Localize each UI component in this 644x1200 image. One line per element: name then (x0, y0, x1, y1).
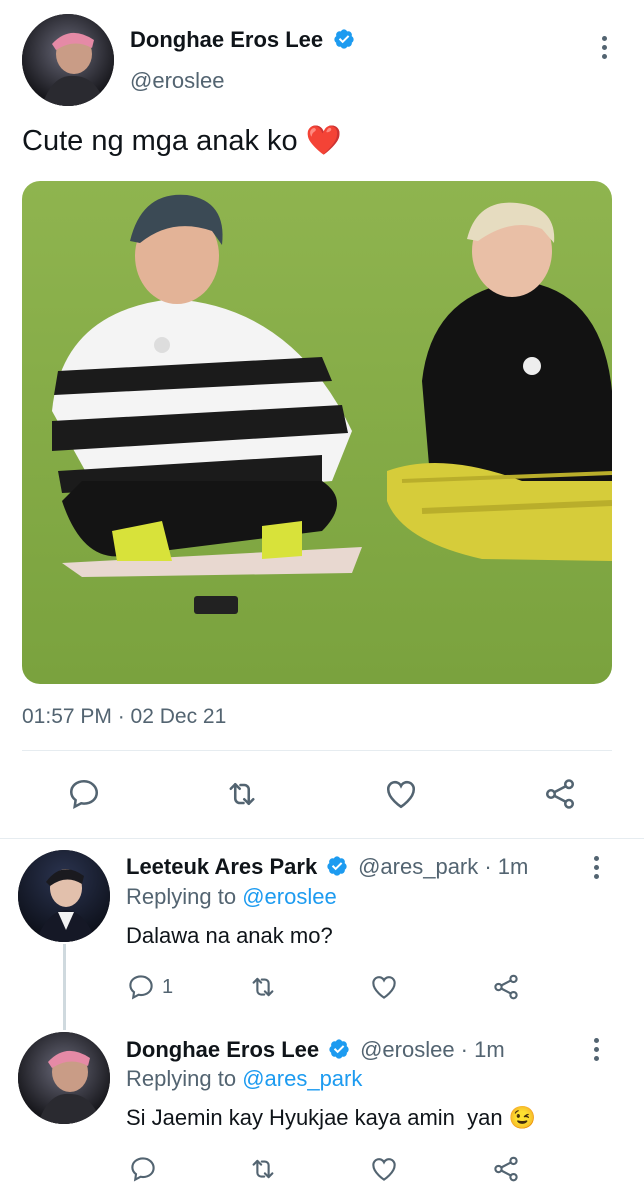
thread-line (63, 944, 66, 1030)
reply-text: Dalawa na anak mo? (126, 923, 333, 948)
reply-author-handle[interactable]: @ares_park · 1m (358, 854, 528, 879)
verified-badge-icon (333, 28, 355, 50)
heart-icon[interactable] (381, 774, 421, 814)
replying-to-mention[interactable]: @ares_park (242, 1066, 362, 1091)
reply-icon[interactable] (64, 774, 104, 814)
more-icon[interactable] (592, 856, 600, 879)
reply-avatar[interactable] (18, 850, 110, 942)
share-icon[interactable] (489, 1152, 523, 1186)
replying-to-mention[interactable]: @eroslee (242, 884, 337, 909)
divider (22, 750, 612, 751)
reply-header: Leeteuk Ares Park @ares_park · 1m (126, 854, 528, 880)
reply-icon[interactable] (126, 972, 156, 1002)
reply-header: Donghae Eros Lee @eroslee · 1m (126, 1037, 505, 1063)
reply-author-name[interactable]: Leeteuk Ares Park (126, 854, 317, 879)
retweet-icon[interactable] (246, 970, 280, 1004)
more-icon[interactable] (600, 36, 608, 59)
reply-author-name[interactable]: Donghae Eros Lee (126, 1037, 319, 1062)
share-icon[interactable] (489, 970, 523, 1004)
tweet-timestamp: 01:57 PM · 02 Dec 21 (22, 705, 227, 728)
author-handle[interactable]: @eroslee (130, 68, 225, 94)
replying-to: Replying to @eroslee (126, 884, 337, 910)
reply-icon[interactable] (126, 1152, 160, 1186)
retweet-icon[interactable] (246, 1152, 280, 1186)
wink-emoji: 😉 (508, 1105, 537, 1130)
retweet-icon[interactable] (222, 774, 262, 814)
tweet-text: Cute ng mga anak ko (22, 125, 298, 157)
heart-emoji: ❤️ (305, 125, 342, 157)
author-name[interactable]: Donghae Eros Lee (130, 27, 323, 52)
share-icon[interactable] (540, 774, 580, 814)
reply-avatar[interactable] (18, 1032, 110, 1124)
more-icon[interactable] (592, 1038, 600, 1061)
reply-text-row: Si Jaemin kay Hyukjae kaya amin yan 😉 (126, 1105, 536, 1131)
reply-text: Si Jaemin kay Hyukjae kaya amin yan (126, 1105, 503, 1130)
reply-button[interactable]: 1 (126, 970, 173, 1004)
divider (0, 838, 644, 839)
replying-to-label: Replying to (126, 884, 237, 909)
tweet-text-row: Cute ng mga anak ko ❤️ (22, 124, 342, 158)
author-avatar[interactable] (22, 14, 114, 106)
reply-author-handle[interactable]: @eroslee · 1m (360, 1037, 505, 1062)
replying-to: Replying to @ares_park (126, 1066, 362, 1092)
verified-badge-icon (328, 1038, 350, 1060)
heart-icon[interactable] (367, 1152, 401, 1186)
replying-to-label: Replying to (126, 1066, 237, 1091)
tweet-media-image[interactable] (22, 181, 612, 684)
reply-count: 1 (162, 975, 174, 998)
verified-badge-icon (326, 855, 348, 877)
author-name-row[interactable]: Donghae Eros Lee (130, 27, 355, 53)
heart-icon[interactable] (367, 970, 401, 1004)
